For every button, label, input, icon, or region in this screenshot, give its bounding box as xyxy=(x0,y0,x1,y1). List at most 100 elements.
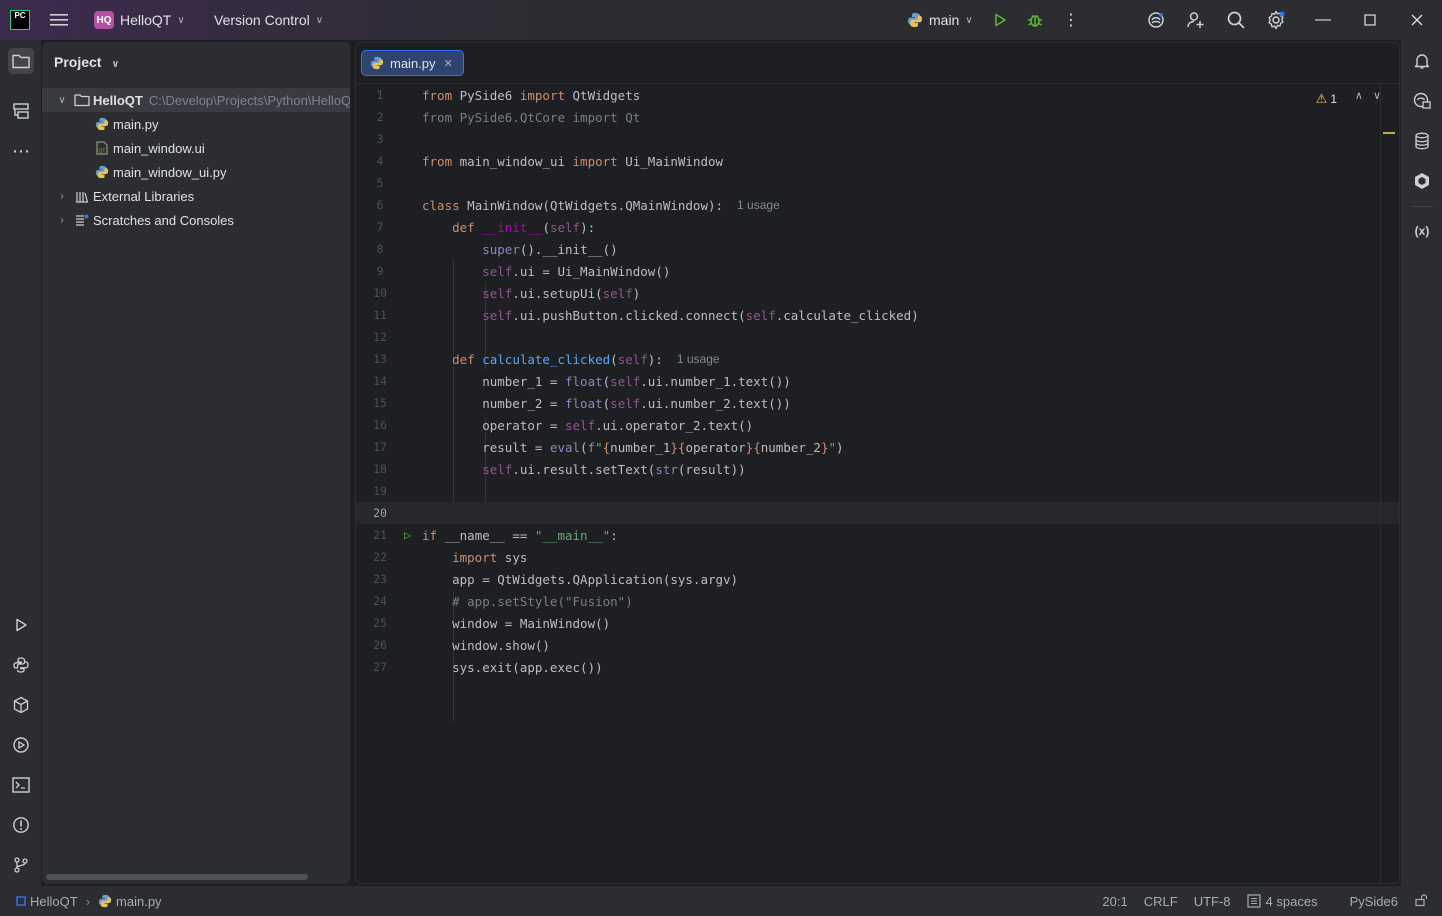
chevron-right-icon[interactable]: › xyxy=(56,191,68,202)
scratches-label: Scratches and Consoles xyxy=(93,212,234,228)
editor-tab-bar: main.py ✕ xyxy=(356,43,1399,84)
minimize-button[interactable]: — xyxy=(1300,0,1346,40)
file-encoding[interactable]: UTF-8 xyxy=(1194,894,1231,909)
code-line: 12 xyxy=(373,330,387,344)
status-widgets: 20:1 CRLF UTF-8 4 spaces PySide6 xyxy=(1102,886,1442,916)
code-with-me-button[interactable] xyxy=(1186,0,1206,40)
code-line: 7 def __init__(self): xyxy=(376,219,596,235)
python-file-icon xyxy=(94,164,110,180)
project-selector[interactable]: HelloQT ∨ xyxy=(120,0,185,40)
terminal-button[interactable] xyxy=(8,772,34,798)
right-tool-strip: (x) xyxy=(1401,40,1442,886)
services-icon xyxy=(13,737,29,753)
debug-button[interactable] xyxy=(1026,0,1044,40)
database-icon xyxy=(1415,132,1429,150)
run-tool-button[interactable] xyxy=(8,612,34,638)
editor-panel: main.py ✕ ⚠ 1 ∧∨ 1 from PySide6 import Qt… xyxy=(355,42,1400,884)
python-packages-button[interactable] xyxy=(8,692,34,718)
python-interpreter[interactable]: PySide6 xyxy=(1350,894,1398,909)
breadcrumb-project[interactable]: HelloQT xyxy=(30,894,78,909)
code-line: 8 super().__init__() xyxy=(376,241,618,257)
chevron-down-icon: ∨ xyxy=(315,14,324,26)
chevron-right-icon[interactable]: › xyxy=(56,215,68,226)
project-tool-button[interactable] xyxy=(8,48,34,74)
problems-button[interactable] xyxy=(8,812,34,838)
left-tool-strip: ⋯ xyxy=(0,40,41,886)
ai-chat-icon xyxy=(1413,92,1431,109)
code-line: 27 sys.exit(app.exec()) xyxy=(373,659,603,675)
vertical-scrollbar[interactable] xyxy=(1380,84,1381,883)
close-tab-icon[interactable]: ✕ xyxy=(444,57,453,70)
search-button[interactable] xyxy=(1226,0,1246,40)
chevron-down-icon[interactable]: ∨ xyxy=(56,95,68,106)
svg-text:QT: QT xyxy=(99,149,107,155)
code-line: 17 result = eval(f"{number_1}{operator}{… xyxy=(373,439,844,455)
search-icon xyxy=(1227,11,1245,29)
bug-icon xyxy=(1028,14,1042,27)
python-console-button[interactable] xyxy=(8,652,34,678)
services-button[interactable] xyxy=(8,732,34,758)
caret-position[interactable]: 20:1 xyxy=(1102,894,1127,909)
tree-item-main-py[interactable]: main.py xyxy=(42,112,350,136)
code-line: 16 operator = self.ui.operator_2.text() xyxy=(373,417,754,433)
variables-icon: (x) xyxy=(1414,224,1430,238)
close-button[interactable] xyxy=(1394,0,1440,40)
code-line: 3 xyxy=(376,132,384,146)
notifications-button[interactable] xyxy=(1409,48,1435,74)
tree-item-external-libraries[interactable]: › External Libraries xyxy=(42,184,350,208)
run-config-label: main xyxy=(929,12,960,28)
more-actions-button[interactable]: ⋮ xyxy=(1063,0,1079,40)
tab-label: main.py xyxy=(390,55,436,71)
line-ending[interactable]: CRLF xyxy=(1144,894,1178,909)
structure-tool-button[interactable] xyxy=(8,98,34,124)
root-folder-name: HelloQT xyxy=(93,92,143,108)
run-config-selector[interactable]: main ∨ xyxy=(907,0,973,40)
chevron-down-icon: ∨ xyxy=(965,14,973,26)
terminal-icon xyxy=(12,777,30,793)
git-button[interactable] xyxy=(8,852,34,878)
indent-setting[interactable]: 4 spaces xyxy=(1246,894,1334,909)
python-file-icon xyxy=(98,894,112,908)
more-tools-button[interactable]: ⋯ xyxy=(8,138,34,164)
maximize-button[interactable] xyxy=(1347,0,1393,40)
settings-button[interactable] xyxy=(1266,0,1286,40)
vcs-menu[interactable]: Version Control ∨ xyxy=(214,0,323,40)
run-icon xyxy=(16,618,27,632)
variables-button[interactable]: (x) xyxy=(1409,218,1435,244)
horizontal-scrollbar[interactable] xyxy=(46,874,308,880)
ai-assistant-button[interactable] xyxy=(1146,0,1166,40)
sciview-button[interactable] xyxy=(1409,168,1435,194)
breadcrumb: HelloQT › main.py xyxy=(16,894,162,909)
code-line: 2 from PySide6.QtCore import Qt xyxy=(376,109,641,125)
folder-icon xyxy=(12,54,30,69)
project-name: HelloQT xyxy=(120,12,172,28)
tab-main-py[interactable]: main.py ✕ xyxy=(361,50,464,76)
tree-item-main-window-ui-py[interactable]: main_window_ui.py xyxy=(42,160,350,184)
chevron-down-icon: ∨ xyxy=(111,59,120,70)
code-line: 5 xyxy=(376,176,384,190)
add-user-icon xyxy=(1187,12,1204,28)
code-line: 21 ▷ if __name__ == "__main__": xyxy=(373,527,618,543)
code-line: 6 class MainWindow(QtWidgets.QMainWindow)… xyxy=(376,197,780,213)
project-panel-title[interactable]: Project ∨ xyxy=(54,54,119,70)
run-gutter-icon[interactable]: ▷ xyxy=(404,528,421,542)
code-line: 25 window = MainWindow() xyxy=(373,615,611,631)
ai-chat-button[interactable] xyxy=(1409,88,1435,114)
panel-title-label: Project xyxy=(54,54,102,70)
python-file-icon xyxy=(94,116,110,132)
main-menu-button[interactable] xyxy=(50,0,70,40)
run-button[interactable] xyxy=(992,0,1008,40)
file-name: main_window_ui.py xyxy=(113,164,227,180)
code-editor[interactable]: 1 from PySide6 import QtWidgets 2 from PyS… xyxy=(356,84,1399,883)
usage-hint[interactable]: 1 usage xyxy=(677,352,720,366)
code-line: 22 import sys xyxy=(373,549,528,565)
tree-item-scratches[interactable]: › Scratches and Consoles xyxy=(42,208,350,232)
tree-item-main-window-ui[interactable]: QT main_window.ui xyxy=(42,136,350,160)
breadcrumb-file[interactable]: main.py xyxy=(116,894,162,909)
readonly-toggle[interactable] xyxy=(1414,893,1428,910)
file-name: main_window.ui xyxy=(113,140,205,156)
warning-marker[interactable] xyxy=(1383,132,1395,134)
tree-root-helloqt[interactable]: ∨ HelloQT C:\Develop\Projects\Python\Hel… xyxy=(42,88,350,112)
usage-hint[interactable]: 1 usage xyxy=(737,198,780,212)
database-button[interactable] xyxy=(1409,128,1435,154)
